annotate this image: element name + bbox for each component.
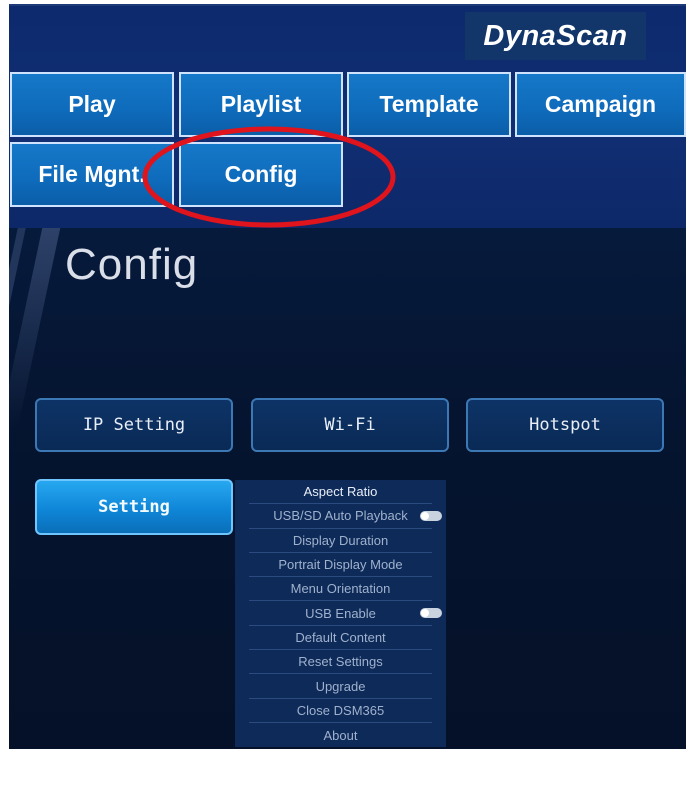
ip-setting-button[interactable]: IP Setting — [35, 398, 233, 452]
nav-file-mgmt-button[interactable]: File Mgnt. — [10, 142, 174, 207]
menu-item-about[interactable]: About — [249, 723, 432, 747]
menu-item-display-duration[interactable]: Display Duration — [249, 529, 432, 553]
menu-item-label: Portrait Display Mode — [278, 557, 403, 573]
menu-item-close-dsm365[interactable]: Close DSM365 — [249, 699, 432, 723]
menu-item-default-content[interactable]: Default Content — [249, 626, 432, 651]
wifi-button[interactable]: Wi-Fi — [251, 398, 449, 452]
menu-item-label: Reset Settings — [298, 654, 383, 670]
menu-item-label: USB Enable — [305, 605, 376, 621]
menu-item-aspect-ratio[interactable]: Aspect Ratio — [249, 480, 432, 505]
setting-button[interactable]: Setting — [35, 479, 233, 535]
menu-item-portrait-display-mode[interactable]: Portrait Display Mode — [249, 553, 432, 578]
menu-item-usb-enable[interactable]: USB Enable — [249, 601, 442, 626]
menu-item-label: Aspect Ratio — [303, 484, 378, 500]
nav-play-button[interactable]: Play — [10, 72, 174, 137]
menu-item-usb-sd-auto-playback[interactable]: USB/SD Auto Playback — [249, 504, 442, 529]
menu-item-upgrade[interactable]: Upgrade — [249, 674, 432, 699]
menu-item-label: USB/SD Auto Playback — [273, 508, 408, 524]
usb-enable-toggle[interactable] — [420, 608, 442, 619]
setting-menu: Aspect Ratio USB/SD Auto Playback Displa… — [235, 480, 446, 747]
brand-logo: DynaScan — [465, 12, 646, 60]
nav-playlist-button[interactable]: Playlist — [179, 72, 343, 137]
menu-item-label: Default Content — [295, 629, 386, 645]
menu-item-reset-settings[interactable]: Reset Settings — [249, 650, 432, 675]
header: DynaScan Play Playlist Template Campaign… — [9, 6, 686, 228]
menu-item-label: Display Duration — [292, 532, 389, 548]
menu-item-label: Menu Orientation — [290, 581, 391, 597]
nav-campaign-button[interactable]: Campaign — [515, 72, 686, 137]
nav-template-button[interactable]: Template — [347, 72, 511, 137]
config-content: Config IP Setting Wi-Fi Hotspot Setting … — [9, 228, 686, 749]
menu-item-label: About — [323, 727, 358, 743]
nav-config-button[interactable]: Config — [179, 142, 343, 207]
page-title: Config — [65, 240, 199, 289]
app-window: DynaScan Play Playlist Template Campaign… — [9, 4, 686, 749]
hotspot-button[interactable]: Hotspot — [466, 398, 664, 452]
menu-item-label: Upgrade — [315, 678, 366, 694]
menu-item-menu-orientation[interactable]: Menu Orientation — [249, 577, 432, 602]
usb-sd-auto-playback-toggle[interactable] — [420, 511, 442, 522]
menu-item-label: Close DSM365 — [296, 702, 385, 718]
